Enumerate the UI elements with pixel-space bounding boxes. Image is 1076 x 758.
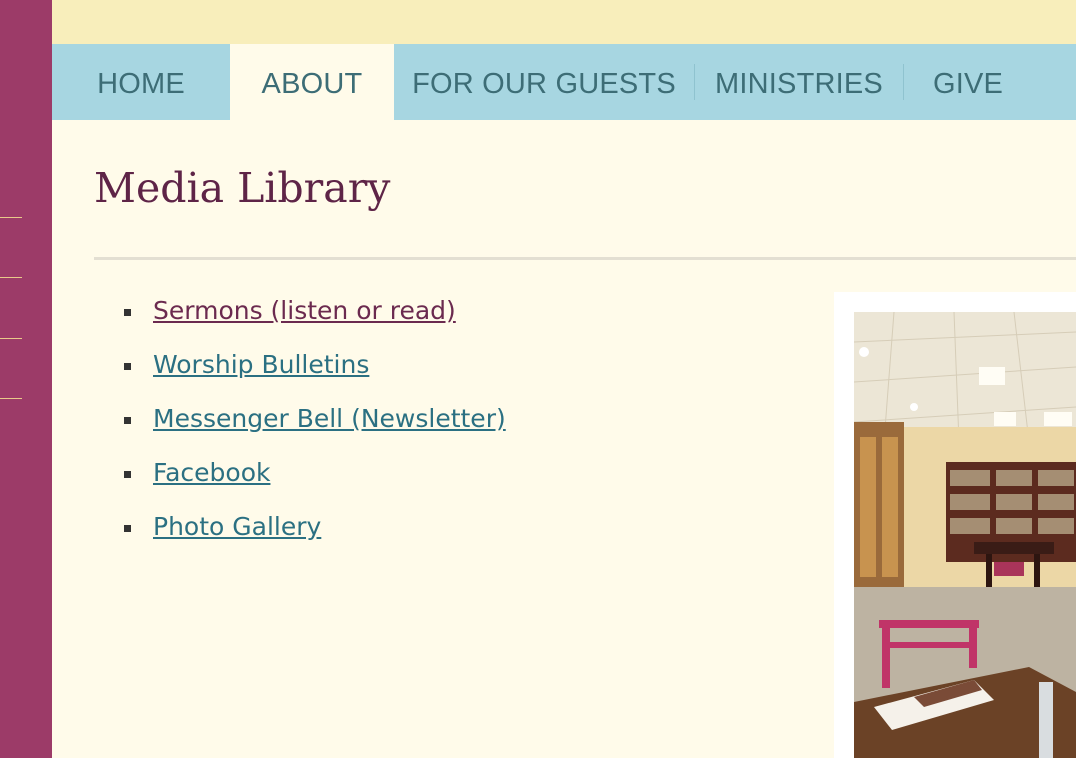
bullet-icon (124, 525, 131, 532)
bullet-icon (124, 363, 131, 370)
bullet-icon (124, 309, 131, 316)
list-item: Photo Gallery (124, 512, 506, 566)
media-link-list: Sermons (listen or read) Worship Bulleti… (124, 296, 506, 566)
sidebar-divider (0, 277, 22, 278)
list-item: Worship Bulletins (124, 350, 506, 404)
nav-item-give[interactable]: GIVE (904, 44, 1032, 120)
title-divider (94, 257, 1076, 260)
nav-item-home[interactable]: HOME (52, 44, 230, 120)
bullet-icon (124, 471, 131, 478)
page-title: Media Library (94, 164, 391, 212)
nav-item-about[interactable]: ABOUT (230, 44, 394, 120)
link-worship-bulletins[interactable]: Worship Bulletins (153, 350, 369, 379)
left-sidebar (0, 0, 52, 758)
link-sermons[interactable]: Sermons (listen or read) (153, 296, 456, 325)
sidebar-divider (0, 217, 22, 218)
nav-item-ministries[interactable]: MINISTRIES (695, 44, 903, 120)
main-content: Media Library Sermons (listen or read) W… (52, 120, 1076, 758)
photo-frame (834, 292, 1076, 758)
top-banner (52, 0, 1076, 44)
library-room-photo (854, 312, 1076, 758)
main-nav: HOME ABOUT FOR OUR GUESTS MINISTRIES GIV… (52, 44, 1076, 120)
nav-item-for-our-guests[interactable]: FOR OUR GUESTS (394, 44, 694, 120)
list-item: Messenger Bell (Newsletter) (124, 404, 506, 458)
sidebar-divider (0, 338, 22, 339)
sidebar-divider (0, 398, 22, 399)
list-item: Facebook (124, 458, 506, 512)
bullet-icon (124, 417, 131, 424)
list-item: Sermons (listen or read) (124, 296, 506, 350)
link-facebook[interactable]: Facebook (153, 458, 270, 487)
link-messenger-bell[interactable]: Messenger Bell (Newsletter) (153, 404, 506, 433)
link-photo-gallery[interactable]: Photo Gallery (153, 512, 321, 541)
